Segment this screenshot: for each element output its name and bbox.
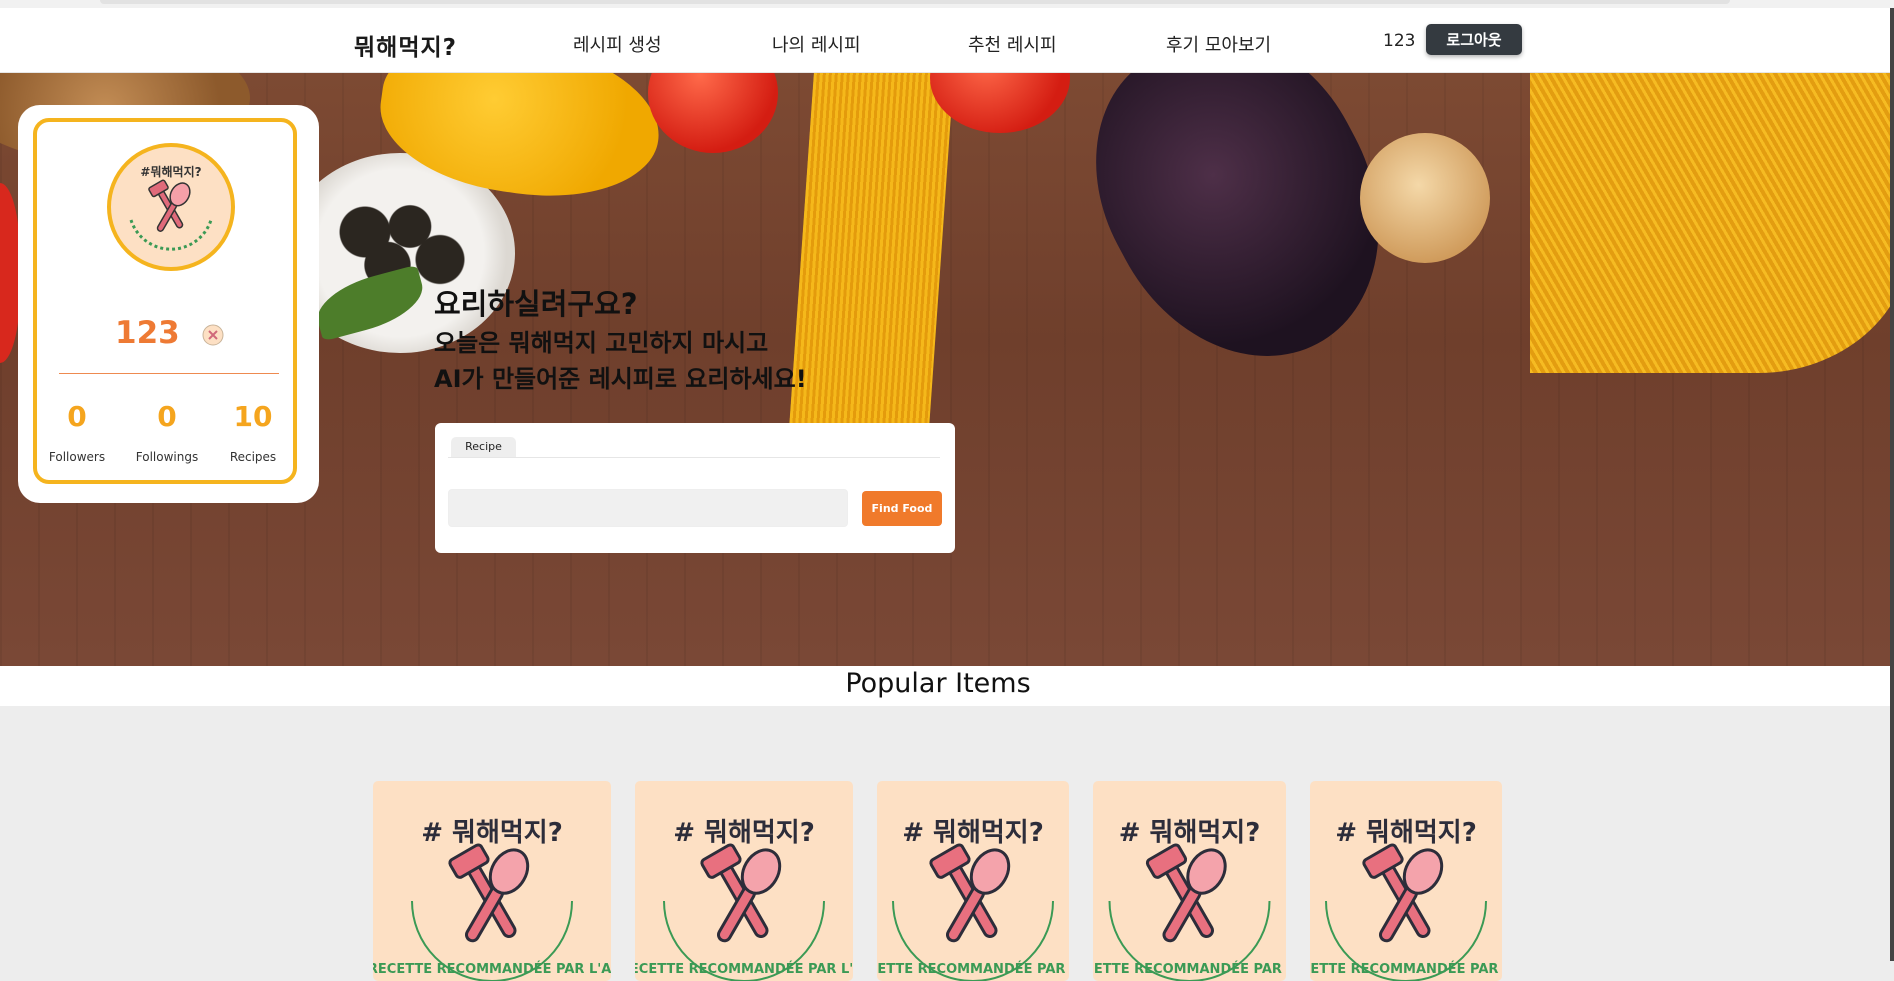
svg-text:# 뭐해먹지?: # 뭐해먹지?: [421, 818, 563, 848]
tab-divider: [448, 457, 940, 458]
logo-fork-spoon-icon[interactable]: #뭐해먹지?: [106, 142, 236, 272]
browser-tab-bar: [100, 0, 1730, 4]
svg-text:RECETTE RECOMMANDÉE PAR L'AI: RECETTE RECOMMANDÉE PAR L'AI: [1310, 961, 1502, 977]
profile-divider: [59, 373, 279, 374]
popular-item-card[interactable]: # 뭐해먹지? RECETTE RECOMMANDÉE PAR L'AI: [877, 781, 1069, 981]
popular-item-card[interactable]: # 뭐해먹지? RECETTE RECOMMANDÉE PAR L'AI: [635, 781, 853, 981]
svg-text:RECETTE RECOMMANDÉE PAR L'AI: RECETTE RECOMMANDÉE PAR L'AI: [1093, 961, 1286, 977]
logo-fork-spoon-icon: # 뭐해먹지? RECETTE RECOMMANDÉE PAR L'AI: [877, 818, 1069, 981]
nav-link-create-recipe[interactable]: 레시피 생성: [573, 31, 662, 57]
followings-label: Followings: [135, 450, 199, 464]
onion-image: [1360, 133, 1490, 263]
svg-text:# 뭐해먹지?: # 뭐해먹지?: [1335, 818, 1477, 848]
hero-title: 요리하실려구요?: [434, 287, 638, 321]
profile-card-border: #뭐해먹지? 123 0 Followers 0 Followings 10 R…: [33, 118, 297, 484]
svg-text:# 뭐해먹지?: # 뭐해먹지?: [902, 818, 1044, 848]
svg-text:#뭐해먹지?: #뭐해먹지?: [140, 164, 201, 179]
tomato-image: [648, 73, 778, 153]
recipes-count[interactable]: 10: [213, 400, 293, 433]
hero-subtitle-line2: AI가 만들어준 레시피로 요리하세요!: [434, 365, 807, 393]
tomato-image: [930, 73, 1070, 133]
svg-text:# 뭐해먹지?: # 뭐해먹지?: [1119, 818, 1261, 848]
profile-card: #뭐해먹지? 123 0 Followers 0 Followings 10 R…: [18, 105, 319, 503]
logo-fork-spoon-icon: # 뭐해먹지? RECETTE RECOMMANDÉE PAR L'AI: [635, 818, 853, 981]
nav-link-reviews[interactable]: 후기 모아보기: [1166, 31, 1271, 57]
scrollbar[interactable]: [1890, 8, 1894, 961]
popular-title: Popular Items: [845, 668, 1031, 699]
tab-recipe[interactable]: Recipe: [451, 437, 516, 457]
logout-button[interactable]: 로그아웃: [1426, 24, 1522, 55]
recipes-label: Recipes: [229, 450, 277, 464]
search-input[interactable]: [448, 489, 848, 527]
spaghetti-image: [1530, 73, 1890, 373]
logo-fork-spoon-icon: # 뭐해먹지? RECETTE RECOMMANDÉE PAR L'AI: [1093, 818, 1286, 981]
user-badge-icon: [202, 324, 224, 346]
nav-link-recommended[interactable]: 추천 레시피: [968, 31, 1057, 57]
followers-count[interactable]: 0: [37, 400, 117, 433]
navbar: 뭐해먹지? 레시피 생성 나의 레시피 추천 레시피 후기 모아보기 123 로…: [0, 8, 1890, 73]
brand-logo[interactable]: 뭐해먹지?: [354, 28, 457, 62]
svg-text:# 뭐해먹지?: # 뭐해먹지?: [673, 818, 815, 848]
find-food-button[interactable]: Find Food: [862, 491, 942, 526]
popular-item-card[interactable]: # 뭐해먹지? RECETTE RECOMMANDÉE PAR L'AI: [1310, 781, 1502, 981]
svg-text:RECETTE RECOMMANDÉE PAR L'AI: RECETTE RECOMMANDÉE PAR L'AI: [635, 961, 853, 977]
profile-username: 123: [115, 315, 180, 351]
popular-item-card[interactable]: # 뭐해먹지? RECETTE RECOMMANDÉE PAR L'AI: [1093, 781, 1286, 981]
svg-text:RECETTE RECOMMANDÉE PAR L'AI: RECETTE RECOMMANDÉE PAR L'AI: [373, 961, 611, 977]
popular-item-card[interactable]: # 뭐해먹지? RECETTE RECOMMANDÉE PAR L'AI: [373, 781, 611, 981]
nav-link-my-recipes[interactable]: 나의 레시피: [772, 31, 861, 57]
followers-label: Followers: [48, 450, 106, 464]
logo-fork-spoon-icon: # 뭐해먹지? RECETTE RECOMMANDÉE PAR L'AI: [1310, 818, 1502, 981]
logo-fork-spoon-icon: # 뭐해먹지? RECETTE RECOMMANDÉE PAR L'AI: [373, 818, 611, 981]
nav-username: 123: [1383, 31, 1416, 51]
search-card: Recipe Find Food: [435, 423, 955, 553]
followings-count[interactable]: 0: [127, 400, 207, 433]
spaghetti-image: [789, 73, 955, 423]
hero-subtitle-line1: 오늘은 뭐해먹지 고민하지 마시고: [434, 329, 769, 357]
svg-text:RECETTE RECOMMANDÉE PAR L'AI: RECETTE RECOMMANDÉE PAR L'AI: [877, 961, 1069, 977]
popular-header: Popular Items: [0, 666, 1890, 706]
tomato-image: [0, 183, 20, 363]
